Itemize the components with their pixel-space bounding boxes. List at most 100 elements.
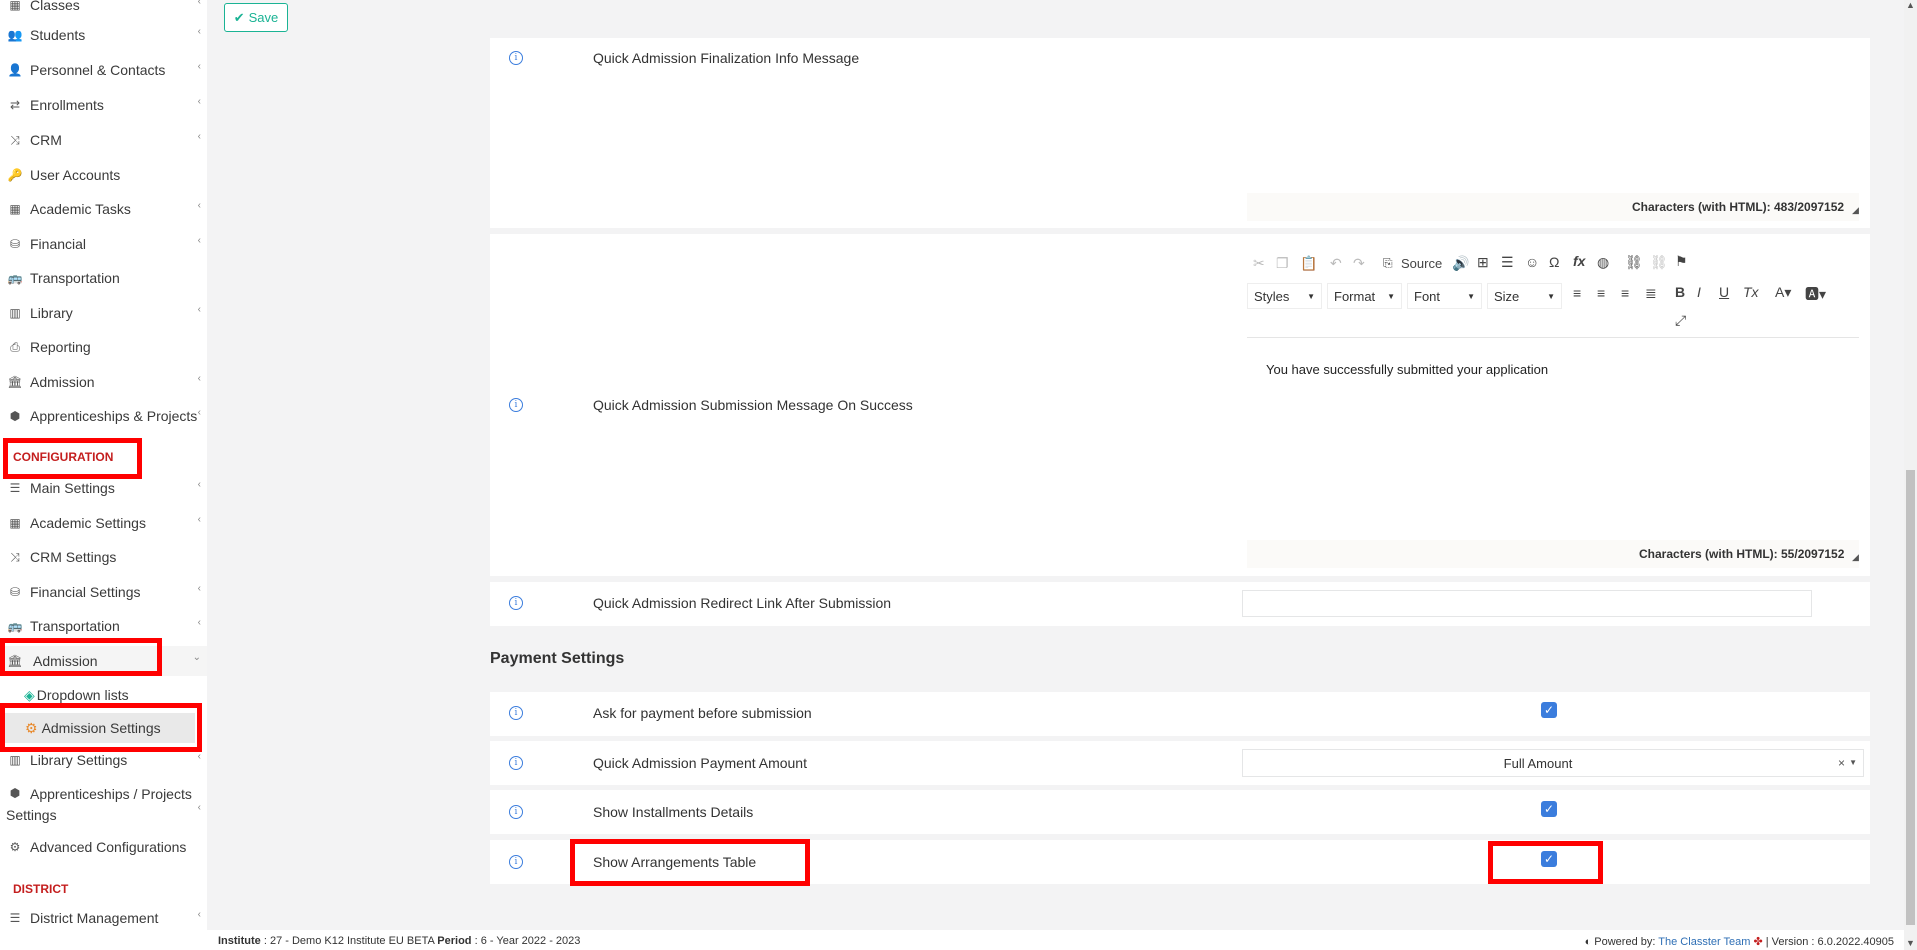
chevron-left-icon: ‹: [197, 304, 201, 315]
redirect-link-input[interactable]: [1242, 590, 1812, 617]
sidebar-item-financial-settings[interactable]: ⛁ Financial Settings ‹: [0, 577, 207, 607]
sidebar-item-transportation[interactable]: 🚌 Transportation: [0, 263, 207, 293]
align-left-icon[interactable]: ≡: [1573, 285, 1581, 301]
payment-amount-select[interactable]: Full Amount × ▼: [1242, 749, 1864, 777]
info-icon[interactable]: i: [509, 596, 523, 610]
smiley-icon[interactable]: ☺: [1525, 254, 1539, 270]
sidebar-item-classes[interactable]: ▦ Classes ‹: [0, 0, 207, 20]
scrollbar-thumb[interactable]: [1906, 470, 1915, 925]
redo-icon[interactable]: ↷: [1353, 255, 1365, 272]
sidebar-item-crm-settings[interactable]: ⤨ CRM Settings: [0, 542, 207, 572]
editor-content[interactable]: You have successfully submitted your app…: [1266, 362, 1548, 377]
italic-icon[interactable]: I: [1697, 284, 1701, 300]
check-icon: ✔: [233, 9, 245, 25]
coins-icon: ⛁: [9, 237, 21, 251]
row-label: Quick Admission Redirect Link After Subm…: [593, 595, 892, 611]
sidebar-item-library-settings[interactable]: ▥ Library Settings ‹: [0, 745, 207, 775]
sidebar-item-academic-settings[interactable]: ▦ Academic Settings ‹: [0, 508, 207, 538]
styles-dropdown[interactable]: Styles ▼: [1247, 283, 1322, 309]
maximize-icon[interactable]: ⤢: [1675, 312, 1686, 329]
chevron-left-icon: ‹: [197, 479, 201, 490]
save-label: Save: [248, 10, 279, 25]
powered-by-label: Powered by:: [1594, 936, 1656, 948]
info-icon[interactable]: i: [509, 398, 523, 412]
sidebar-item-label: Apprenticeships / Projects: [30, 786, 192, 802]
bold-icon[interactable]: B: [1675, 284, 1685, 300]
link-icon[interactable]: ⛓: [1625, 254, 1643, 271]
sidebar-item-label: Personnel & Contacts: [30, 62, 166, 78]
installments-checkbox[interactable]: ✓: [1541, 801, 1557, 817]
scroll-down-icon[interactable]: ▼: [1906, 938, 1915, 948]
remove-format-icon[interactable]: Tx: [1743, 284, 1759, 300]
sidebar-item-crm[interactable]: ⤨ CRM ‹: [0, 125, 207, 155]
undo-icon[interactable]: ↶: [1330, 255, 1342, 272]
classes-icon: ▦: [9, 516, 21, 530]
scroll-up-icon[interactable]: ▲: [1906, 0, 1915, 10]
source-icon[interactable]: ⎘: [1383, 256, 1393, 271]
size-dropdown[interactable]: Size ▼: [1487, 283, 1562, 309]
layers-icon: ◈: [24, 686, 35, 703]
underline-icon[interactable]: U: [1719, 284, 1729, 300]
character-count: Characters (with HTML): 55/2097152: [1639, 547, 1845, 561]
chevron-left-icon: ‹: [197, 751, 201, 762]
sidebar-item-transportation-settings[interactable]: 🚌 Transportation ‹: [0, 611, 207, 641]
cut-icon[interactable]: ✂: [1253, 255, 1265, 272]
cube-icon: ⬢: [9, 786, 21, 800]
info-icon[interactable]: i: [509, 706, 523, 720]
align-center-icon[interactable]: ≡: [1597, 285, 1605, 301]
chevron-left-icon: ‹: [197, 373, 201, 384]
formula-icon[interactable]: fx: [1573, 253, 1585, 269]
classter-team-link[interactable]: The Classter Team: [1658, 936, 1750, 948]
books-icon: ▥: [9, 306, 21, 320]
sidebar-item-district-management[interactable]: ☰ District Management ‹: [0, 903, 207, 933]
unlink-icon[interactable]: ⛓: [1650, 254, 1668, 271]
sidebar-item-label: Transportation: [30, 618, 120, 634]
students-icon: 👥: [7, 28, 23, 42]
info-icon[interactable]: i: [509, 51, 523, 65]
sidebar: ▦ Classes ‹ 👥 Students ‹ 👤 Personnel & C…: [0, 0, 207, 950]
align-right-icon[interactable]: ≡: [1621, 285, 1629, 301]
font-dropdown[interactable]: Font ▼: [1407, 283, 1482, 309]
source-button[interactable]: Source: [1401, 256, 1442, 271]
horizontal-line-icon[interactable]: ☰: [1501, 254, 1514, 271]
sidebar-item-admission[interactable]: 🏛 Admission ‹: [0, 367, 207, 397]
media-icon[interactable]: 🔊: [1452, 255, 1469, 272]
sidebar-item-advanced-configurations[interactable]: ⚙ Advanced Configurations: [0, 832, 207, 862]
row-label: Quick Admission Finalization Info Messag…: [593, 50, 860, 66]
styles-label: Styles: [1254, 288, 1290, 304]
resize-handle-icon[interactable]: ◢: [1852, 205, 1859, 216]
info-icon[interactable]: i: [509, 805, 523, 819]
sidebar-item-label: Students: [30, 27, 86, 43]
ask-payment-checkbox[interactable]: ✓: [1541, 702, 1557, 718]
sidebar-item-main-settings[interactable]: ☰ Main Settings ‹: [0, 473, 207, 503]
sidebar-item-apprenticeships[interactable]: ⬢ Apprenticeships & Projects ‹: [0, 401, 207, 431]
sidebar-item-user-accounts[interactable]: 🔑 User Accounts: [0, 160, 207, 190]
globe-icon[interactable]: ◍: [1597, 254, 1609, 271]
special-char-icon[interactable]: Ω: [1549, 254, 1559, 270]
justify-icon[interactable]: ≣: [1645, 285, 1657, 302]
sidebar-item-personnel[interactable]: 👤 Personnel & Contacts ‹: [0, 55, 207, 85]
chevron-left-icon: ‹: [197, 26, 201, 37]
chevron-left-icon: ‹: [197, 514, 201, 525]
sidebar-item-reporting[interactable]: ⎙ Reporting: [0, 332, 207, 362]
table-icon[interactable]: ⊞: [1477, 254, 1489, 271]
resize-handle-icon[interactable]: ◢: [1852, 552, 1859, 563]
clear-icon[interactable]: ×: [1838, 756, 1845, 770]
info-icon[interactable]: i: [509, 756, 523, 770]
format-dropdown[interactable]: Format ▼: [1327, 283, 1402, 309]
sidebar-item-academic-tasks[interactable]: ▦ Academic Tasks ‹: [0, 194, 207, 224]
institution-icon: 🏛: [7, 375, 23, 389]
sidebar-item-label: CRM: [30, 132, 62, 148]
sidebar-item-students[interactable]: 👥 Students ‹: [0, 20, 207, 50]
background-color-icon[interactable]: 🅰▾: [1805, 284, 1826, 304]
sidebar-item-library[interactable]: ▥ Library ‹: [0, 298, 207, 328]
sidebar-item-financial[interactable]: ⛁ Financial ‹: [0, 229, 207, 259]
text-color-icon[interactable]: A▾: [1775, 284, 1791, 301]
anchor-flag-icon[interactable]: ⚑: [1675, 253, 1688, 270]
copy-icon[interactable]: ❐: [1276, 255, 1289, 272]
save-button[interactable]: ✔ Save: [224, 3, 288, 32]
paste-icon[interactable]: 📋: [1300, 255, 1317, 272]
sidebar-item-apprenticeships-settings[interactable]: ⬢ Apprenticeships / Projects Settings ‹: [0, 786, 207, 826]
sidebar-item-enrollments[interactable]: ⇄ Enrollments ‹: [0, 90, 207, 120]
info-icon[interactable]: i: [509, 855, 523, 869]
